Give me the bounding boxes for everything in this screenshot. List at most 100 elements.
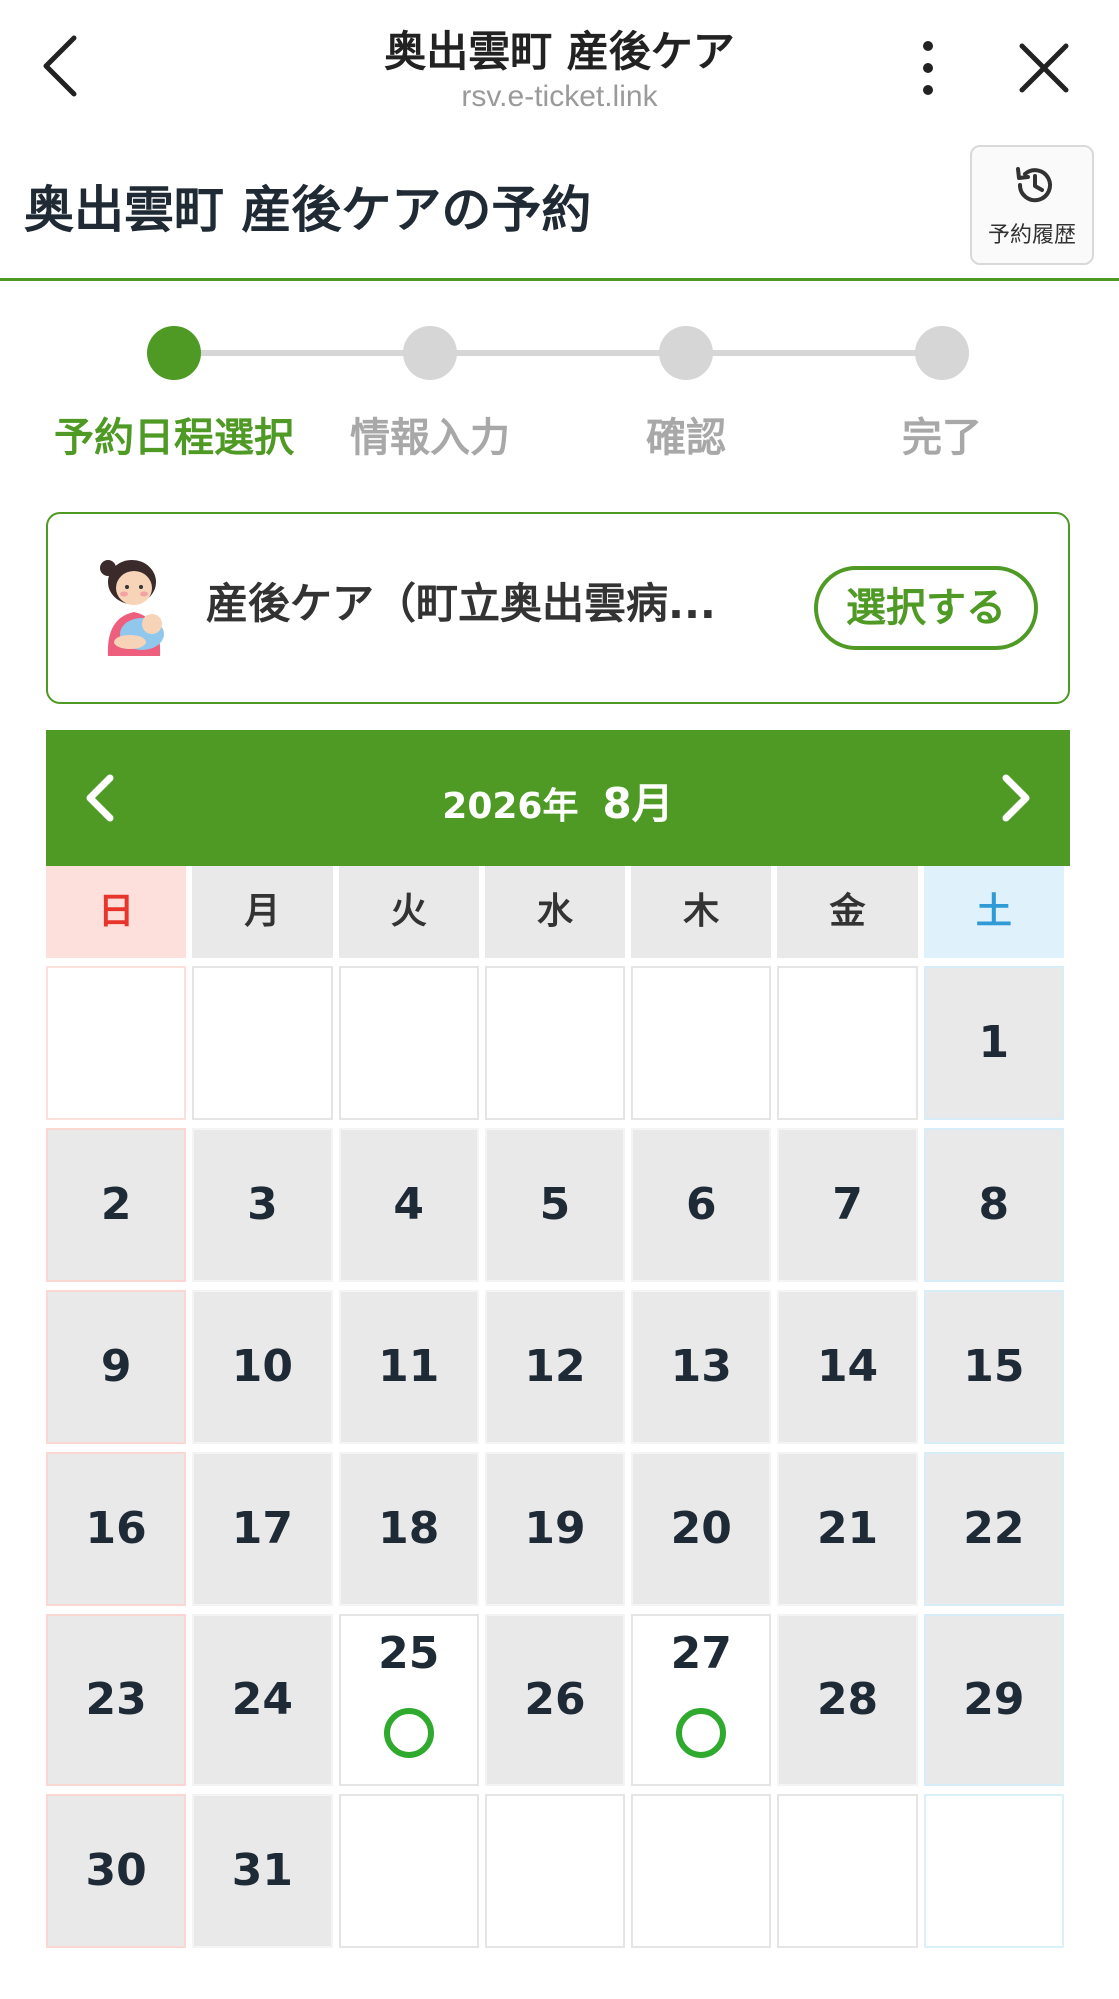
calendar-day: 13 [631,1290,772,1444]
step-dot-schedule [147,326,201,380]
step-connector [686,350,942,356]
calendar-month-label: 2026年 8月 [46,770,1070,831]
calendar-empty-cell [338,966,479,1120]
calendar-year: 2026年 [442,786,579,827]
day-number: 28 [816,1674,879,1725]
weekday-header: 金 [777,866,918,958]
step-connector [174,350,430,356]
calendar-day: 22 [923,1452,1064,1606]
calendar-empty-cell [338,1794,479,1948]
day-number: 3 [247,1179,278,1230]
day-number: 30 [85,1845,147,1896]
day-number: 16 [85,1503,147,1554]
day-number: 14 [816,1341,879,1392]
available-circle-icon [383,1708,434,1758]
weekday-header: 水 [484,866,626,958]
day-number: 1 [978,1017,1010,1068]
step-label-info: 情報入力 [350,415,510,461]
day-number: 24 [231,1674,294,1725]
day-number: 2 [100,1179,132,1230]
calendar-day: 3 [192,1128,333,1282]
day-number: 4 [393,1179,425,1230]
day-number: 26 [524,1674,586,1725]
calendar-day: 16 [46,1452,187,1606]
calendar-empty-cell [777,1794,918,1948]
weekday-header: 木 [631,866,772,958]
calendar-day: 29 [923,1614,1064,1786]
calendar-empty-cell [484,1794,626,1948]
calendar-day: 9 [46,1290,187,1444]
browser-url: rsv.e-ticket.link [461,80,658,113]
calendar-empty-cell [777,966,918,1120]
calendar-month: 8月 [602,779,674,828]
day-number: 13 [670,1341,732,1392]
day-number: 27 [670,1628,732,1679]
calendar-day: 28 [777,1614,918,1786]
header-divider [0,278,1119,281]
calendar-empty-cell [192,966,333,1120]
weekday-header: 月 [192,866,333,958]
calendar-day: 17 [192,1452,333,1606]
day-number: 29 [963,1674,1025,1725]
day-number: 9 [100,1341,132,1392]
day-number: 17 [231,1503,294,1554]
calendar-day: 12 [484,1290,626,1444]
history-label: 予約履歴 [987,223,1076,248]
step-label-complete: 完了 [902,415,982,461]
reservation-history-button[interactable]: 予約履歴 [970,145,1094,265]
calendar-day: 7 [777,1128,918,1282]
day-number: 15 [963,1341,1025,1392]
calendar-day: 11 [338,1290,479,1444]
calendar-day: 24 [192,1614,333,1786]
day-number: 6 [685,1179,717,1230]
select-service-button[interactable]: 選択する [814,566,1038,650]
day-number: 5 [539,1179,571,1230]
available-circle-icon [676,1708,727,1758]
calendar-day: 6 [631,1128,772,1282]
calendar-empty-cell [484,966,626,1120]
calendar-day: 31 [192,1794,333,1948]
step-label-confirm: 確認 [646,415,726,461]
day-number: 21 [816,1503,879,1554]
page-title: 奥出雲町 産後ケアの予約 [24,181,592,239]
day-number: 25 [378,1628,440,1679]
calendar-day: 2 [46,1128,187,1282]
day-number: 8 [978,1179,1010,1230]
day-number: 18 [378,1503,440,1554]
calendar-day: 26 [484,1614,626,1786]
day-number: 7 [832,1179,863,1230]
weekday-header: 火 [338,866,479,958]
day-number: 22 [963,1503,1025,1554]
calendar-day: 4 [338,1128,479,1282]
calendar-day: 23 [46,1614,187,1786]
close-icon[interactable] [1016,40,1072,96]
calendar-empty-cell [46,966,187,1120]
day-number: 23 [85,1674,147,1725]
calendar-day: 20 [631,1452,772,1606]
day-number: 10 [231,1341,294,1392]
calendar-day: 19 [484,1452,626,1606]
calendar-day: 15 [923,1290,1064,1444]
more-options-icon[interactable] [912,38,944,98]
step-label-schedule: 予約日程選択 [54,415,294,461]
browser-title: 奥出雲町 産後ケア [384,27,735,76]
step-dot-complete [915,326,969,380]
day-number: 31 [231,1845,294,1896]
mother-baby-illustration [86,556,182,668]
calendar-day: 14 [777,1290,918,1444]
calendar-day: 10 [192,1290,333,1444]
next-month-icon[interactable] [990,768,1040,828]
step-connector [430,350,686,356]
calendar-day: 5 [484,1128,626,1282]
calendar-day-available[interactable]: 27 [631,1614,772,1786]
calendar-empty-cell [923,1794,1064,1948]
calendar-day: 8 [923,1128,1064,1282]
calendar-day: 30 [46,1794,187,1948]
weekday-header: 土 [923,866,1064,958]
history-icon [1010,161,1058,209]
step-dot-confirm [659,326,713,380]
calendar-header: 2026年 8月 [46,730,1070,866]
calendar-day-available[interactable]: 25 [338,1614,479,1786]
calendar-day: 21 [777,1452,918,1606]
step-dot-info [403,326,457,380]
